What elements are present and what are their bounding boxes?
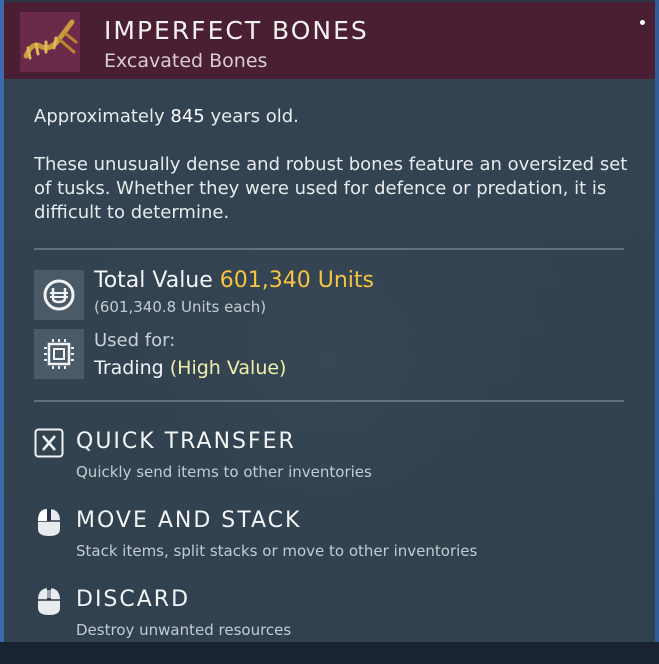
used-for-value: Trading (High Value) xyxy=(94,357,286,379)
age-prefix: Approximately xyxy=(34,106,165,127)
item-title: IMPERFECT BONES xyxy=(104,16,369,45)
usage-qualifier: (High Value) xyxy=(169,357,287,379)
background-edge-right xyxy=(655,0,659,664)
usage-purpose: Trading xyxy=(94,357,164,379)
total-value-label: Total Value xyxy=(94,268,213,293)
quick-transfer-desc: Quickly send items to other inventories xyxy=(76,463,372,481)
used-for-label: Used for: xyxy=(94,330,176,351)
discard-action[interactable]: DISCARD Destroy unwanted resources xyxy=(34,586,634,646)
discard-desc: Destroy unwanted resources xyxy=(76,621,292,639)
x-key-icon xyxy=(34,428,64,458)
divider xyxy=(34,248,624,250)
total-value-amount: 601,340 Units xyxy=(219,268,375,293)
item-age: Approximately 845 years old. xyxy=(34,105,299,129)
move-and-stack-desc: Stack items, split stacks or move to oth… xyxy=(76,542,478,560)
mouse-icon xyxy=(34,586,64,616)
units-icon xyxy=(34,270,84,320)
item-category: Excavated Bones xyxy=(104,50,268,72)
age-value: 845 xyxy=(170,106,205,127)
quick-transfer-action[interactable]: QUICK TRANSFER Quickly send items to oth… xyxy=(34,428,634,488)
age-suffix: years old. xyxy=(210,106,299,127)
unit-price: (601,340.8 Units each) xyxy=(94,298,267,316)
quick-transfer-title: QUICK TRANSFER xyxy=(76,429,296,454)
tooltip-header: IMPERFECT BONES Excavated Bones xyxy=(4,2,655,79)
bones-icon xyxy=(20,12,80,72)
chip-icon xyxy=(34,329,84,379)
move-and-stack-title: MOVE AND STACK xyxy=(76,508,302,533)
item-description: These unusually dense and robust bones f… xyxy=(34,154,628,223)
total-value: Total Value 601,340 Units xyxy=(94,268,374,293)
mouse-icon xyxy=(34,507,64,537)
item-tooltip-panel: IMPERFECT BONES Excavated Bones Approxim… xyxy=(4,2,655,642)
divider xyxy=(34,400,624,402)
move-and-stack-action[interactable]: MOVE AND STACK Stack items, split stacks… xyxy=(34,507,634,567)
discard-title: DISCARD xyxy=(76,587,191,612)
header-dot xyxy=(640,20,645,25)
